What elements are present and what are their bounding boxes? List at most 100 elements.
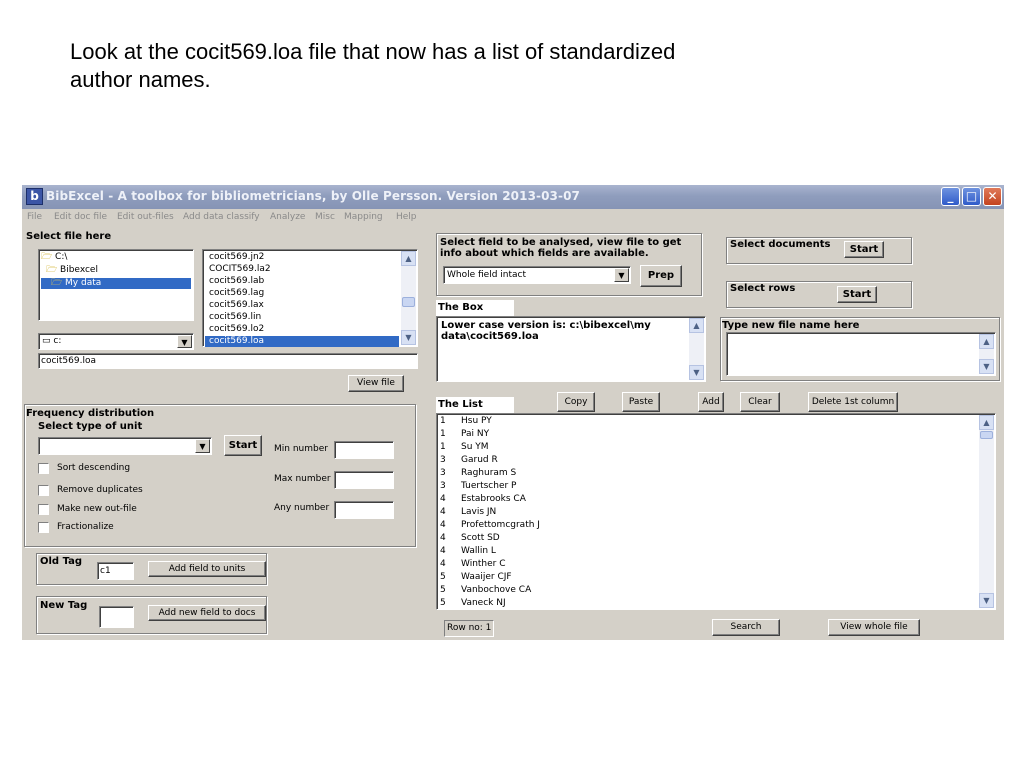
menu-analyze[interactable]: Analyze — [270, 212, 305, 222]
file-item-selected[interactable]: cocit569.loa — [205, 336, 399, 347]
field-select[interactable]: Whole field intact ▼ — [443, 266, 631, 284]
menu-edit-out-files[interactable]: Edit out-files — [117, 212, 174, 222]
max-number-input[interactable] — [334, 471, 394, 489]
new-file-label: Type new file name here — [722, 320, 860, 331]
frequency-label: Frequency distribution — [26, 408, 155, 419]
select-field-label: Select field to be analysed, view file t… — [440, 237, 682, 259]
box-scrollbar[interactable]: ▲ ▼ — [689, 318, 704, 380]
file-item[interactable]: cocit569.lag — [205, 288, 399, 299]
make-new-outfile-label: Make new out-file — [57, 504, 137, 514]
chevron-down-icon[interactable]: ▼ — [195, 439, 210, 453]
add-field-to-units-button[interactable]: Add field to units — [148, 561, 266, 577]
old-tag-input[interactable]: c1 — [97, 562, 134, 580]
folder-item-selected[interactable]: 🗁 My data — [41, 278, 191, 289]
folder-open-icon: 🗁 — [41, 252, 53, 262]
old-tag-label: Old Tag — [40, 556, 83, 567]
select-file-label: Select file here — [26, 231, 112, 242]
folder-item[interactable]: 🗁 C:\ — [41, 252, 191, 263]
scroll-down-icon[interactable]: ▼ — [979, 593, 994, 608]
minimize-button[interactable]: _ — [941, 187, 960, 206]
frequency-start-button[interactable]: Start — [224, 435, 262, 456]
folder-item[interactable]: 🗁 Bibexcel — [41, 265, 191, 276]
bibexcel-window: b BibExcel - A toolbox for bibliometrici… — [22, 185, 1004, 640]
new-file-name-input[interactable]: ▲ ▼ — [726, 332, 996, 376]
select-rows-label: Select rows — [730, 283, 796, 294]
window-title: BibExcel - A toolbox for bibliometrician… — [46, 189, 580, 203]
view-whole-file-button[interactable]: View whole file — [828, 619, 920, 636]
copy-button[interactable]: Copy — [557, 392, 595, 412]
menu-help[interactable]: Help — [396, 212, 417, 222]
new-file-scrollbar[interactable]: ▲ ▼ — [979, 334, 994, 374]
list-scrollbar[interactable]: ▲ ▼ — [979, 415, 994, 608]
menu-add-data-classify[interactable]: Add data classify — [183, 212, 260, 222]
scroll-down-icon[interactable]: ▼ — [401, 330, 416, 345]
bibexcel-app-icon: b — [26, 188, 43, 205]
min-number-label: Min number — [274, 444, 328, 454]
select-documents-start-button[interactable]: Start — [844, 241, 884, 258]
file-list-scrollbar[interactable]: ▲ ▼ — [401, 251, 416, 345]
make-new-outfile-checkbox[interactable] — [38, 504, 49, 515]
any-number-label: Any number — [274, 503, 330, 513]
remove-duplicates-checkbox[interactable] — [38, 485, 49, 496]
remove-duplicates-label: Remove duplicates — [57, 485, 143, 495]
menu-edit-doc-file[interactable]: Edit doc file — [54, 212, 107, 222]
title-bar[interactable]: b BibExcel - A toolbox for bibliometrici… — [22, 185, 1004, 209]
select-rows-start-button[interactable]: Start — [837, 286, 877, 303]
add-button[interactable]: Add — [698, 392, 724, 412]
scroll-down-icon[interactable]: ▼ — [979, 359, 994, 374]
select-type-label: Select type of unit — [38, 421, 143, 432]
folder-open-icon: 🗁 — [46, 265, 58, 275]
new-tag-input[interactable] — [99, 606, 134, 628]
menu-file[interactable]: File — [27, 212, 42, 222]
scroll-thumb[interactable] — [402, 297, 415, 307]
scroll-thumb[interactable] — [980, 431, 993, 439]
view-file-button[interactable]: View file — [348, 375, 404, 392]
menu-mapping[interactable]: Mapping — [344, 212, 383, 222]
maximize-button[interactable]: □ — [962, 187, 981, 206]
the-list-label: The List — [436, 397, 514, 413]
the-box-label: The Box — [436, 300, 514, 316]
min-number-input[interactable] — [334, 441, 394, 459]
file-item[interactable]: COCIT569.la2 — [205, 264, 399, 275]
the-box-textarea[interactable]: Lower case version is: c:\bibexcel\my da… — [436, 316, 706, 382]
scroll-up-icon[interactable]: ▲ — [979, 415, 994, 430]
slide-caption: Look at the cocit569.loa file that now h… — [70, 39, 676, 92]
search-button[interactable]: Search — [712, 619, 780, 636]
max-number-label: Max number — [274, 474, 331, 484]
row-number-display: Row no: 1 — [444, 620, 494, 637]
delete-first-column-button[interactable]: Delete 1st column — [808, 392, 898, 412]
scroll-down-icon[interactable]: ▼ — [689, 365, 704, 380]
menu-misc[interactable]: Misc — [315, 212, 335, 222]
any-number-input[interactable] — [334, 501, 394, 519]
file-item[interactable]: cocit569.lab — [205, 276, 399, 287]
the-list-box[interactable]: 1 Hsu PY 1 Pai NY 1 Su YM 3 Garud R 3 Raghura… — [436, 413, 996, 610]
file-item[interactable]: cocit569.lax — [205, 300, 399, 311]
file-item[interactable]: cocit569.lin — [205, 312, 399, 323]
file-item[interactable]: cocit569.jn2 — [205, 252, 399, 263]
close-button[interactable]: ✕ — [983, 187, 1002, 206]
add-new-field-to-docs-button[interactable]: Add new field to docs — [148, 605, 266, 621]
scroll-up-icon[interactable]: ▲ — [401, 251, 416, 266]
menu-bar: File Edit doc file Edit out-files Add da… — [22, 209, 1004, 227]
select-documents-label: Select documents — [730, 239, 831, 250]
drive-icon: ▭ — [42, 336, 51, 346]
chevron-down-icon[interactable]: ▼ — [614, 268, 629, 282]
fractionalize-label: Fractionalize — [57, 522, 114, 532]
paste-button[interactable]: Paste — [622, 392, 660, 412]
chevron-down-icon[interactable]: ▼ — [177, 335, 192, 348]
scroll-up-icon[interactable]: ▲ — [689, 318, 704, 333]
unit-type-select[interactable]: ▼ — [38, 437, 212, 455]
filename-field[interactable]: cocit569.loa — [38, 353, 418, 369]
clear-button[interactable]: Clear — [740, 392, 780, 412]
file-list[interactable]: cocit569.jn2 COCIT569.la2 cocit569.lab c… — [202, 249, 418, 347]
new-tag-label: New Tag — [40, 600, 88, 611]
folder-list[interactable]: 🗁 C:\ 🗁 Bibexcel 🗁 My data — [38, 249, 194, 321]
sort-descending-checkbox[interactable] — [38, 463, 49, 474]
sort-descending-label: Sort descending — [57, 463, 131, 473]
folder-open-icon: 🗁 — [51, 278, 63, 288]
file-item[interactable]: cocit569.lo2 — [205, 324, 399, 335]
fractionalize-checkbox[interactable] — [38, 522, 49, 533]
prep-button[interactable]: Prep — [640, 265, 682, 287]
drive-select[interactable]: ▭ c: ▼ — [38, 333, 194, 350]
scroll-up-icon[interactable]: ▲ — [979, 334, 994, 349]
